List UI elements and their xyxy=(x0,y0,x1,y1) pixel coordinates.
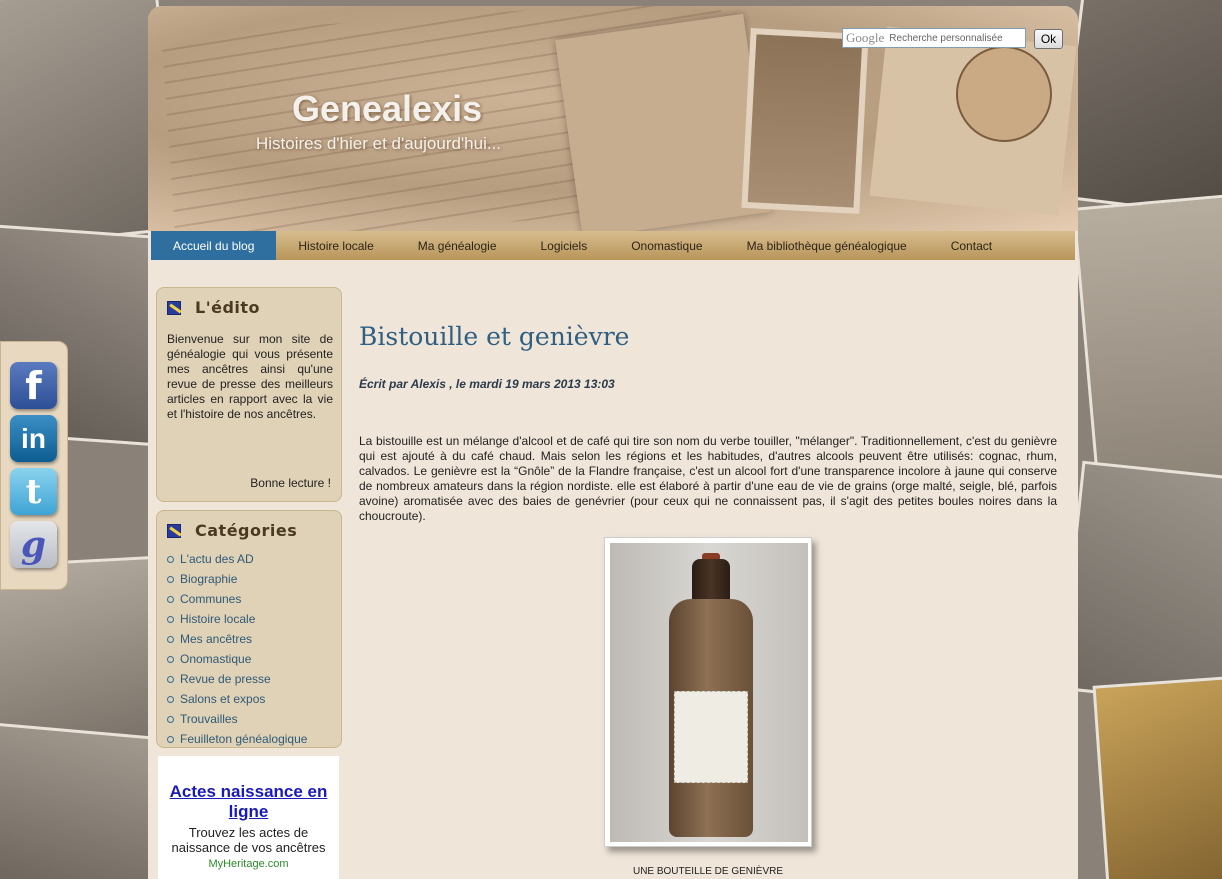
site-tagline: Histoires d'hier et d'aujourd'hui... xyxy=(256,134,502,153)
article-title[interactable]: Bistouille et genièvre xyxy=(359,322,629,351)
edito-title: L'édito xyxy=(195,298,261,317)
edito-signature: Bonne lecture ! xyxy=(250,476,331,490)
category-label: Feuilleton généalogique xyxy=(180,732,308,746)
nav-item-histoire-locale[interactable]: Histoire locale xyxy=(276,231,395,260)
header-photo-image xyxy=(741,28,869,214)
bullet-icon xyxy=(167,555,174,563)
category-label: Mes ancêtres xyxy=(180,632,253,646)
category-label: Histoire locale xyxy=(180,612,256,626)
google-icon[interactable]: g xyxy=(10,521,57,568)
bullet-icon xyxy=(167,615,174,623)
twitter-icon[interactable]: t xyxy=(10,468,57,515)
category-item[interactable]: Biographie xyxy=(167,569,307,589)
nav-item-logiciels[interactable]: Logiciels xyxy=(519,231,610,260)
bullet-icon xyxy=(167,735,174,743)
category-label: Revue de presse xyxy=(180,672,271,686)
category-item[interactable]: L'actu des AD xyxy=(167,549,307,569)
category-item[interactable]: Histoire locale xyxy=(167,609,307,629)
nav-item-bibliotheque[interactable]: Ma bibliothèque généalogique xyxy=(725,231,929,260)
bullet-icon xyxy=(167,695,174,703)
nav-item-accueil[interactable]: Accueil du blog xyxy=(151,231,277,260)
category-item[interactable]: Revue de presse xyxy=(167,669,307,689)
category-label: Onomastique xyxy=(180,652,252,666)
bullet-icon xyxy=(167,715,174,723)
social-share-bar: f in t g xyxy=(0,341,68,590)
category-label: Salons et expos xyxy=(180,692,266,706)
category-item[interactable]: Onomastique xyxy=(167,649,307,669)
site-header: Genealexis Histoires d'hier et d'aujourd… xyxy=(148,6,1078,246)
postcard-image xyxy=(1056,0,1222,221)
flag-icon xyxy=(167,300,181,315)
category-item[interactable]: Communes xyxy=(167,589,307,609)
edito-text: Bienvenue sur mon site de généalogie qui… xyxy=(167,332,333,421)
categories-title: Catégories xyxy=(195,521,298,540)
postcard-image xyxy=(1072,193,1222,507)
ad-url-link[interactable]: MyHeritage.com xyxy=(158,858,339,870)
ad-text: Trouvez les actes de naissance de vos an… xyxy=(171,825,326,855)
header-document-image xyxy=(555,13,771,239)
facebook-icon[interactable]: f xyxy=(10,362,57,409)
page-container: Genealexis Histoires d'hier et d'aujourd… xyxy=(148,6,1078,879)
categories-module: Catégories L'actu des AD Biographie Comm… xyxy=(156,510,342,748)
postcard-image xyxy=(1058,460,1222,710)
bullet-icon xyxy=(167,575,174,583)
bottle-label xyxy=(674,691,748,783)
header-portrait-medallion xyxy=(956,46,1052,142)
category-item[interactable]: Mes ancêtres xyxy=(167,629,307,649)
category-item[interactable]: Trouvailles xyxy=(167,709,307,729)
edito-header: L'édito xyxy=(167,298,260,317)
article-meta: Écrit par Alexis , le mardi 19 mars 2013… xyxy=(359,377,615,391)
linkedin-icon[interactable]: in xyxy=(10,415,57,462)
ad-block[interactable]: Actes naissance en ligne Trouvez les act… xyxy=(158,756,339,879)
category-label: Trouvailles xyxy=(180,712,238,726)
ad-title-link[interactable]: Actes naissance en ligne xyxy=(158,782,339,822)
postcard-image xyxy=(1092,674,1222,879)
category-item[interactable]: Salons et expos xyxy=(167,689,307,709)
category-item[interactable]: Feuilleton généalogique xyxy=(167,729,307,749)
main-nav: Accueil du blog Histoire locale Ma généa… xyxy=(151,231,1075,260)
category-label: Biographie xyxy=(180,572,238,586)
bullet-icon xyxy=(167,595,174,603)
category-label: L'actu des AD xyxy=(180,552,254,566)
category-label: Communes xyxy=(180,592,242,606)
bottle-photo xyxy=(610,543,808,842)
nav-item-ma-genealogie[interactable]: Ma généalogie xyxy=(396,231,519,260)
edito-module: L'édito Bienvenue sur mon site de généal… xyxy=(156,287,342,502)
site-title[interactable]: Genealexis xyxy=(292,88,482,130)
bullet-icon xyxy=(167,655,174,663)
article-body: La bistouille est un mélange d'alcool et… xyxy=(359,434,1057,523)
article-image xyxy=(604,537,812,847)
nav-item-onomastique[interactable]: Onomastique xyxy=(609,231,724,260)
flag-icon xyxy=(167,523,181,538)
article-image-caption: UNE BOUTEILLE DE GENIÈVRE xyxy=(632,866,784,877)
google-logo: Google xyxy=(846,30,885,45)
search-input[interactable]: Google Recherche personnalisée xyxy=(842,28,1026,48)
search-placeholder: Recherche personnalisée xyxy=(889,32,1003,44)
categories-list: L'actu des AD Biographie Communes Histoi… xyxy=(167,549,307,749)
search-button[interactable]: Ok xyxy=(1034,29,1063,49)
categories-header: Catégories xyxy=(167,521,297,540)
bullet-icon xyxy=(167,675,174,683)
nav-item-contact[interactable]: Contact xyxy=(929,231,1014,260)
bullet-icon xyxy=(167,635,174,643)
